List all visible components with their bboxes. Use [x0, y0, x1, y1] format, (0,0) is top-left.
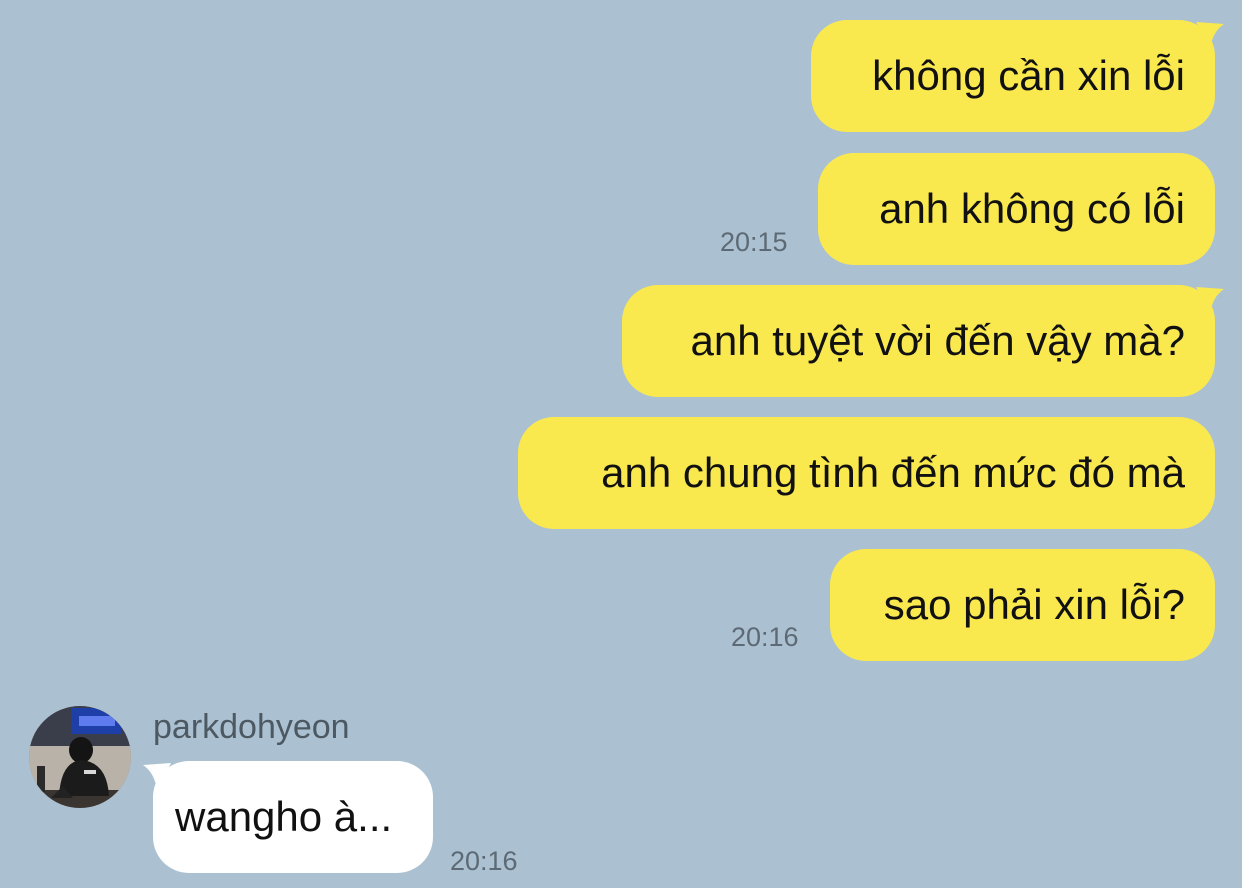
- message-text: anh tuyệt vời đến vậy mà?: [690, 317, 1185, 364]
- sender-name: parkdohyeon: [153, 708, 350, 746]
- profile-photo-icon: [29, 706, 131, 808]
- message-text: anh chung tình đến mức đó mà: [601, 449, 1185, 496]
- avatar[interactable]: [29, 706, 131, 808]
- message-bubble-outgoing[interactable]: anh tuyệt vời đến vậy mà?: [622, 285, 1215, 397]
- message-timestamp: 20:16: [450, 846, 518, 876]
- message-bubble-outgoing[interactable]: anh không có lỗi: [818, 153, 1215, 265]
- message-bubble-outgoing[interactable]: anh chung tình đến mức đó mà: [518, 417, 1215, 529]
- message-text: sao phải xin lỗi?: [883, 581, 1185, 628]
- chat-area[interactable]: không cần xin lỗi anh không có lỗi 20:15…: [0, 0, 1242, 888]
- message-timestamp: 20:15: [720, 227, 788, 257]
- message-text: wangho à...: [175, 793, 393, 840]
- message-text: không cần xin lỗi: [872, 52, 1185, 99]
- message-text: anh không có lỗi: [879, 185, 1185, 232]
- message-bubble-outgoing[interactable]: không cần xin lỗi: [811, 20, 1215, 132]
- message-bubble-outgoing[interactable]: sao phải xin lỗi?: [830, 549, 1215, 661]
- message-bubble-incoming[interactable]: wangho à...: [153, 761, 433, 873]
- message-timestamp: 20:16: [731, 622, 799, 652]
